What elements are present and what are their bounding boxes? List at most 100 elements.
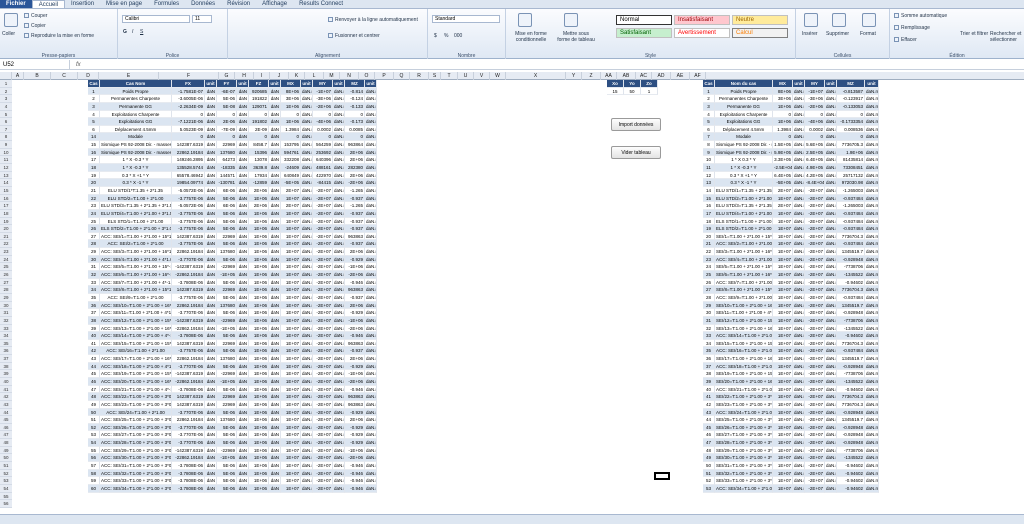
table-cell[interactable]: 1E+06: [249, 462, 269, 470]
table-cell[interactable]: 1E+07: [773, 362, 793, 371]
table-cell[interactable]: SEI/32=T:1.00 + 2*1.00 + 3*0.80 + 4: [715, 469, 773, 478]
table-cell[interactable]: ACC: SEI/17=T:1.00 + 2*1.00 + 16*1.00 + …: [100, 355, 172, 363]
table-cell[interactable]: 149246.2895: [172, 156, 205, 165]
table-cell[interactable]: 1E+07: [281, 423, 301, 432]
table-cell[interactable]: ACC: SEI/18=T:1.00 + 2*1.00 + 4*1.00: [100, 362, 172, 371]
table-cell[interactable]: daN.m: [333, 194, 345, 203]
table-cell[interactable]: daN.m: [333, 141, 345, 149]
table-cell[interactable]: daN.m: [365, 469, 377, 478]
table-cell[interactable]: daN.m: [825, 141, 837, 149]
table-cell[interactable]: 22: [88, 194, 100, 203]
table-cell[interactable]: daN: [237, 164, 249, 172]
table-cell[interactable]: daN.m: [333, 125, 345, 134]
table-cell[interactable]: daN.m: [865, 179, 879, 187]
table-cell[interactable]: -2E+07: [313, 232, 333, 241]
table-cell[interactable]: ACC: SEI/3=T:1.00 + 2*1.00 + 16*1.00 + 4…: [100, 248, 172, 256]
table-cell[interactable]: 2E+06: [345, 148, 365, 157]
table-cell[interactable]: 55: [88, 446, 100, 455]
table-cell[interactable]: 22862.19184: [172, 148, 205, 157]
table-cell[interactable]: 45: [88, 370, 100, 378]
table-cell[interactable]: 26: [703, 278, 715, 287]
table-cell[interactable]: Poids Propre: [715, 87, 773, 96]
table-cell[interactable]: 40: [703, 385, 715, 394]
table-cell[interactable]: 1E+06: [249, 469, 269, 478]
table-cell[interactable]: 640396: [313, 156, 333, 165]
table-cell[interactable]: 1E+07: [773, 255, 793, 264]
table-cell[interactable]: ACC: SEI/13=T:1.00 + 2*1.00 + 16*-1.00 +…: [100, 324, 172, 333]
table-cell[interactable]: daN: [237, 186, 249, 195]
table-cell[interactable]: -2E+07: [313, 462, 333, 470]
table-cell[interactable]: daN.m: [365, 164, 377, 172]
table-cell[interactable]: daN.m: [333, 186, 345, 195]
table-cell[interactable]: -3.7808E-06: [172, 484, 205, 493]
row-header[interactable]: 2: [0, 87, 12, 96]
table-cell[interactable]: 29: [88, 248, 100, 256]
table-cell[interactable]: -2E+07: [313, 400, 333, 409]
table-cell[interactable]: 1E+07: [773, 225, 793, 233]
table-cell[interactable]: ELU STD/3=T:1.35 + 2*1.35 + 3*1.50: [100, 202, 172, 210]
table-cell[interactable]: 1E+06: [249, 385, 269, 394]
table-cell[interactable]: 25: [88, 217, 100, 226]
table-cell[interactable]: daN: [237, 286, 249, 294]
table-cell[interactable]: 23: [703, 255, 715, 264]
table-cell[interactable]: -2E+07: [313, 271, 333, 279]
table-cell[interactable]: 1E+07: [281, 286, 301, 294]
table-cell[interactable]: -3.7757E-06: [172, 194, 205, 203]
table-cell[interactable]: 22862.19184: [172, 248, 205, 256]
table-cell[interactable]: 21: [88, 186, 100, 195]
table-cell[interactable]: daN.m: [865, 324, 879, 333]
table-cell[interactable]: Sismique PS 92-2008 Dir. - masses_: [715, 148, 773, 157]
table-cell[interactable]: 1: [703, 87, 715, 96]
table-cell[interactable]: daN: [237, 225, 249, 233]
table-cell[interactable]: 22969: [217, 141, 237, 149]
table-cell[interactable]: 22862.19184: [172, 355, 205, 363]
table-cell[interactable]: 34: [88, 286, 100, 294]
table-cell[interactable]: -3.7707E-06: [172, 439, 205, 447]
table-cell[interactable]: -5.0572E-06: [172, 202, 205, 210]
table-cell[interactable]: -2E+07: [313, 286, 333, 294]
table-cell[interactable]: daN.m: [793, 202, 805, 210]
table-cell[interactable]: 1E+07: [281, 446, 301, 455]
table-cell[interactable]: daN: [237, 446, 249, 455]
table-cell[interactable]: 1E+07: [281, 393, 301, 401]
column-header[interactable]: E: [99, 72, 159, 80]
table-cell[interactable]: 1E+07: [773, 240, 793, 249]
table-cell[interactable]: ACC: SEI/18=T:1.00 + 2*1.00 + 4*1.00: [715, 362, 773, 371]
table-cell[interactable]: 1E+06: [249, 408, 269, 417]
table-cell[interactable]: -2E+07: [805, 439, 825, 447]
table-cell[interactable]: daN.m: [865, 232, 879, 241]
row-header[interactable]: 19: [0, 217, 12, 226]
table-cell[interactable]: 920685: [249, 87, 269, 96]
table-cell[interactable]: 1E+07: [773, 286, 793, 294]
table-cell[interactable]: 1E+07: [773, 271, 793, 279]
table-cell[interactable]: -2E+07: [805, 423, 825, 432]
table-cell[interactable]: 1E+07: [773, 446, 793, 455]
table-cell[interactable]: -0.928948: [837, 362, 865, 371]
table-cell[interactable]: 1E+06: [249, 278, 269, 287]
table-cell[interactable]: 7736705.3: [837, 141, 865, 149]
table-cell[interactable]: 49: [703, 454, 715, 463]
table-cell[interactable]: daN: [205, 271, 217, 279]
style-warning[interactable]: Avertissement: [674, 28, 730, 38]
wrap-text-button[interactable]: Renvoyer à la ligne automatiquement: [328, 17, 418, 23]
table-cell[interactable]: 51: [703, 469, 715, 478]
table-cell[interactable]: daN.m: [865, 339, 879, 348]
table-cell[interactable]: daN.m: [865, 400, 879, 409]
autosum-button[interactable]: Somme automatique: [894, 13, 947, 19]
table-cell[interactable]: daN.m: [333, 439, 345, 447]
table-cell[interactable]: -142387.6319: [172, 446, 205, 455]
table-cell[interactable]: daN.m: [333, 462, 345, 470]
table-cell[interactable]: daN.m: [301, 133, 313, 142]
table-cell[interactable]: daN: [205, 469, 217, 478]
table-cell[interactable]: daN.m: [365, 316, 377, 325]
row-header[interactable]: 42: [0, 393, 12, 401]
table-cell[interactable]: Exploitations Charpente: [100, 110, 172, 119]
table-cell[interactable]: ELU STD/2=T:1.00 + 2*1.00: [100, 194, 172, 203]
table-cell[interactable]: ACC: SEI/16=T:1.00 + 2*1.00: [100, 347, 172, 356]
table-cell[interactable]: daN: [205, 202, 217, 210]
table-cell[interactable]: -2E+07: [805, 484, 825, 493]
table-cell[interactable]: daN.m: [365, 148, 377, 157]
table-cell[interactable]: daN.m: [865, 301, 879, 310]
table-cell[interactable]: 32: [703, 324, 715, 333]
table-cell[interactable]: daN.m: [793, 439, 805, 447]
